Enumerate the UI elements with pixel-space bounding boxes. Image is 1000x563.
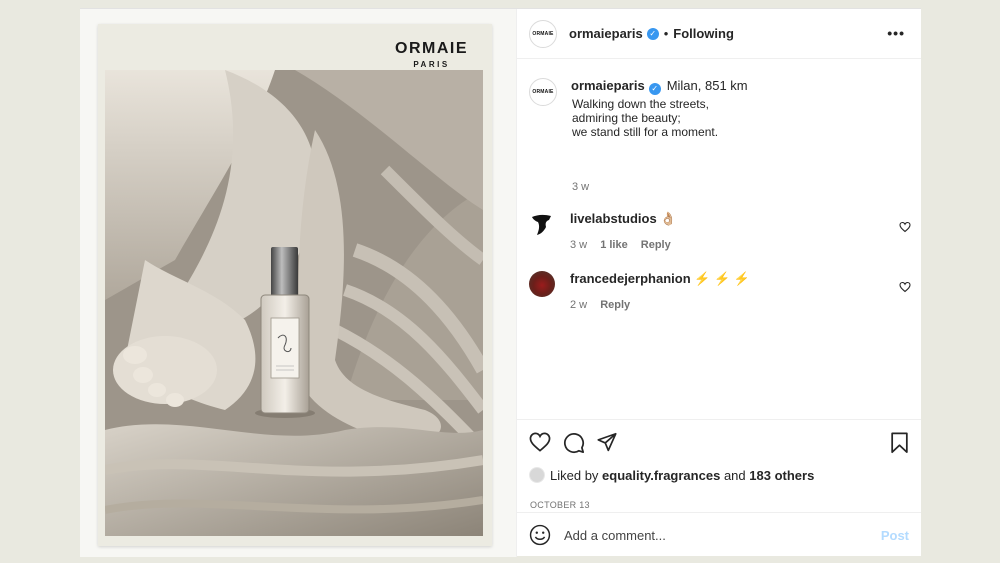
verified-badge-icon: ✓ [648,83,661,95]
comment-input[interactable] [564,527,881,543]
post-date[interactable]: OCTOBER 13 [530,500,590,510]
following-button[interactable]: Following [673,26,734,41]
caption-username[interactable]: ormaieparis [571,78,645,93]
sculpture-perfume-illustration [105,70,483,536]
comment-item: livelabstudios 👌🏼 3 w 1 like Reply [529,211,919,251]
emoji-smiley-icon[interactable] [529,524,551,546]
liker-avatar[interactable] [529,467,545,483]
post-header: ORMAIE ormaieparis ✓ • Following ••• [517,9,921,59]
others-link[interactable]: 183 others [749,468,814,483]
comment-likes[interactable]: 1 like [600,239,628,251]
brand-name: ORMAIE [395,40,468,57]
commenter-username[interactable]: livelabstudios [570,211,657,226]
product-photo [105,70,483,536]
post-comment-button[interactable]: Post [881,528,909,543]
reply-button[interactable]: Reply [600,299,630,311]
save-bookmark-icon[interactable] [890,432,909,454]
commenter-avatar[interactable] [529,211,555,237]
comment-timestamp[interactable]: 2 w [570,299,587,311]
comment-like-icon[interactable] [899,221,911,233]
caption-avatar[interactable]: ORMAIE [529,78,557,106]
add-comment-bar: Post [517,512,921,557]
likes-middle: and [723,467,746,483]
likes-summary: Liked by equality.fragrances and 183 oth… [529,467,814,483]
reply-button[interactable]: Reply [641,239,671,251]
separator-dot: • [663,26,669,41]
comment-text: ⚡ ⚡ ⚡ [694,271,751,286]
caption-timestamp[interactable]: 3 w [572,181,589,193]
post-modal: ORMAIE PARIS ORMAIE ormaieparis ✓ • Foll… [80,8,921,557]
caption-text: Walking down the streets, admiring the b… [572,97,719,139]
caption-location: Milan, 851 km [666,78,748,93]
print-card: ORMAIE PARIS [98,24,492,546]
post-actions: Liked by equality.fragrances and 183 oth… [517,419,921,512]
share-paper-plane-icon[interactable] [596,432,618,453]
comment-item: francedejerphanion ⚡ ⚡ ⚡ 2 w Reply [529,271,919,311]
comment-like-icon[interactable] [899,281,911,293]
liker-username[interactable]: equality.fragrances [602,468,720,483]
brand-subtitle: PARIS [413,60,450,69]
commenter-avatar[interactable] [529,271,555,297]
brand-logo: ORMAIE PARIS [395,40,468,69]
username-link[interactable]: ormaieparis [569,26,643,41]
likes-prefix: Liked by [550,467,599,483]
commenter-avatar-image [532,214,551,235]
post-details: ORMAIE ormaieparis ✓ • Following ••• ORM… [516,9,921,557]
post-caption: ORMAIE ormaieparis ✓ Milan, 851 km Walking… [529,77,899,139]
profile-avatar[interactable]: ORMAIE [529,19,557,48]
more-options-icon[interactable]: ••• [887,25,905,41]
comment-timestamp[interactable]: 3 w [570,239,587,251]
verified-badge-icon: ✓ [646,27,659,40]
post-media[interactable]: ORMAIE PARIS [80,9,516,557]
like-heart-icon[interactable] [529,432,551,452]
commenter-username[interactable]: francedejerphanion [570,271,691,286]
comment-text: 👌🏼 [660,211,677,226]
comment-bubble-icon[interactable] [563,432,585,454]
